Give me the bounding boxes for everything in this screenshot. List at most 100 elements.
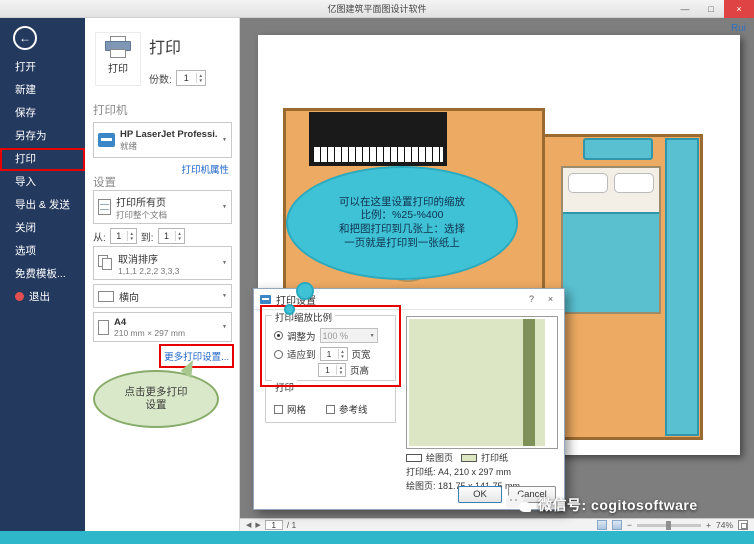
sidebar-item-save[interactable]: 保存 (0, 102, 85, 125)
cloud-tail-dot (284, 304, 295, 315)
zoom-percent-select[interactable]: 100 % ▼ (319, 328, 378, 343)
maximize-button[interactable]: □ (698, 0, 724, 18)
print-preview (406, 316, 558, 449)
fit-to-window-button[interactable] (738, 520, 748, 530)
back-button[interactable]: ← (13, 26, 37, 50)
spinner-arrows[interactable]: ▲ ▼ (195, 73, 205, 83)
collate-select[interactable]: 取消排序 1,1,1 2,2,2 3,3,3 ▼ (93, 246, 232, 280)
spinner-down-icon[interactable]: ▼ (339, 354, 347, 359)
guides-checkbox[interactable] (326, 404, 335, 414)
dropdown-caret-icon: ▼ (222, 324, 227, 330)
page-number-input[interactable]: 1 (264, 520, 283, 530)
adjust-to-label: 调整为 (287, 331, 316, 343)
print-group-label: 打印 (272, 380, 298, 394)
sidebar-item-label: 导入 (15, 176, 36, 188)
more-print-settings-link[interactable]: 更多打印设置... (164, 352, 229, 363)
copies-row: 份数: 1 ▲ ▼ (149, 70, 206, 86)
guides-label: 参考线 (339, 405, 368, 416)
printer-name: HP LaserJet Professi... (120, 128, 218, 140)
drawing-page-swatch (406, 453, 422, 462)
sidebar-item-exit[interactable]: 退出 (0, 286, 85, 309)
spinner-arrows[interactable]: ▲ ▼ (174, 231, 184, 241)
spinner-down-icon[interactable]: ▼ (337, 370, 345, 375)
watermark: 微信号: cogitosoftware (506, 494, 698, 516)
zoom-slider-thumb[interactable] (665, 520, 671, 530)
sidebar-item-save-as[interactable]: 另存为 (0, 125, 85, 148)
close-button[interactable]: × (724, 0, 754, 18)
dialog-close-button[interactable]: × (543, 292, 558, 307)
page-range-select[interactable]: 打印所有页 打印整个文档 ▼ (93, 190, 232, 224)
dropdown-caret-icon: ▼ (222, 204, 227, 210)
sidebar-item-new[interactable]: 新建 (0, 79, 85, 102)
pages-wide-spinner[interactable]: 1 ▲ ▼ (319, 347, 348, 361)
account-name[interactable]: Rui (731, 23, 746, 34)
statusbar: ◀ ▶ 1 / 1 − + 74% (240, 518, 754, 531)
dropdown-caret-icon: ▼ (222, 137, 227, 143)
sidebar-item-label: 打印 (15, 153, 36, 165)
printer-select[interactable]: HP LaserJet Professi... 就绪 ▼ (93, 122, 232, 158)
sidebar-item-print[interactable]: 打印 (0, 148, 85, 171)
orientation-select[interactable]: 横向 ▼ (93, 284, 232, 308)
dialog-help-button[interactable]: ? (524, 292, 539, 307)
wechat-icon (506, 494, 532, 516)
sidebar-item-options[interactable]: 选项 (0, 240, 85, 263)
sidebar-item-label: 保存 (15, 107, 36, 119)
sidebar-item-label: 退出 (29, 291, 50, 303)
bottom-accent-bar (0, 531, 754, 544)
spinner-down-icon[interactable]: ▼ (176, 236, 184, 241)
pillow (568, 173, 608, 193)
pages-tall-spinner[interactable]: 1 ▲ ▼ (318, 363, 346, 377)
pan-tool-icon[interactable] (597, 520, 608, 530)
paper-name: A4 (114, 316, 127, 328)
spinner-arrows[interactable]: ▲ ▼ (337, 349, 347, 359)
fit-to-radio[interactable] (274, 349, 283, 359)
zoom-group-label: 打印缩放比例 (272, 310, 336, 324)
fit-to-label: 适应到 (287, 350, 316, 361)
printer-properties-link[interactable]: 打印机属性 (181, 162, 229, 176)
dropdown-caret-icon: ▼ (369, 332, 375, 339)
copies-spinner[interactable]: 1 ▲ ▼ (175, 70, 206, 86)
window-controls: — □ × (672, 0, 754, 18)
spinner-down-icon[interactable]: ▼ (197, 78, 205, 83)
zoom-in-button[interactable]: + (706, 520, 711, 530)
deck-strip (665, 138, 699, 436)
back-icon: ← (19, 31, 31, 45)
sidebar-item-export-send[interactable]: 导出 & 发送 (0, 194, 85, 217)
spinner-arrows[interactable]: ▲ ▼ (126, 231, 136, 241)
zoom-slider[interactable] (637, 520, 702, 530)
prev-page-button[interactable]: ◀ (246, 521, 251, 529)
to-spinner[interactable]: 1 ▲ ▼ (157, 228, 185, 244)
next-page-button[interactable]: ▶ (255, 521, 260, 529)
cloud-tail-dot (296, 282, 314, 300)
sidebar-item-close[interactable]: 关闭 (0, 217, 85, 240)
sidebar-item-label: 关闭 (15, 222, 36, 234)
from-spinner[interactable]: 1 ▲ ▼ (109, 228, 137, 244)
paper-size-select[interactable]: A4 210 mm × 297 mm ▼ (93, 312, 232, 342)
spinner-down-icon[interactable]: ▼ (128, 236, 136, 241)
spinner-value: 1 (183, 73, 189, 83)
minimize-button[interactable]: — (672, 0, 698, 18)
drawing-page-legend-label: 绘图页 (426, 453, 454, 463)
tip-bubble-text: 点击更多打印 设置 (124, 385, 188, 411)
sidebar-item-free-templates[interactable]: 免费模板... (0, 263, 85, 286)
piano (309, 112, 447, 166)
sidebar-item-label: 打开 (15, 61, 36, 73)
watermark-text: 微信号: cogitosoftware (538, 497, 698, 513)
adjust-to-radio[interactable] (274, 331, 283, 340)
sidebar-item-label: 新建 (15, 84, 36, 96)
zoom-tool-icon[interactable] (612, 520, 623, 530)
range-sub: 打印整个文档 (116, 209, 168, 220)
zoom-percent-value: 100 % (322, 330, 349, 341)
spinner-arrows[interactable]: ▲ ▼ (336, 365, 345, 375)
sidebar-item-open[interactable]: 打开 (0, 56, 85, 79)
sidebar-item-import[interactable]: 导入 (0, 171, 85, 194)
settings-section-label: 设置 (93, 177, 116, 189)
grid-checkbox[interactable] (274, 404, 283, 414)
ok-button[interactable]: OK (458, 486, 502, 503)
zoom-percent-label[interactable]: 74% (716, 520, 733, 530)
dialog-printer-icon (260, 294, 271, 304)
print-button[interactable]: 打印 (95, 32, 141, 86)
zoom-out-button[interactable]: − (627, 520, 632, 530)
paper-info: 打印纸: A4, 210 x 297 mm (406, 467, 512, 477)
exit-icon (15, 292, 24, 301)
